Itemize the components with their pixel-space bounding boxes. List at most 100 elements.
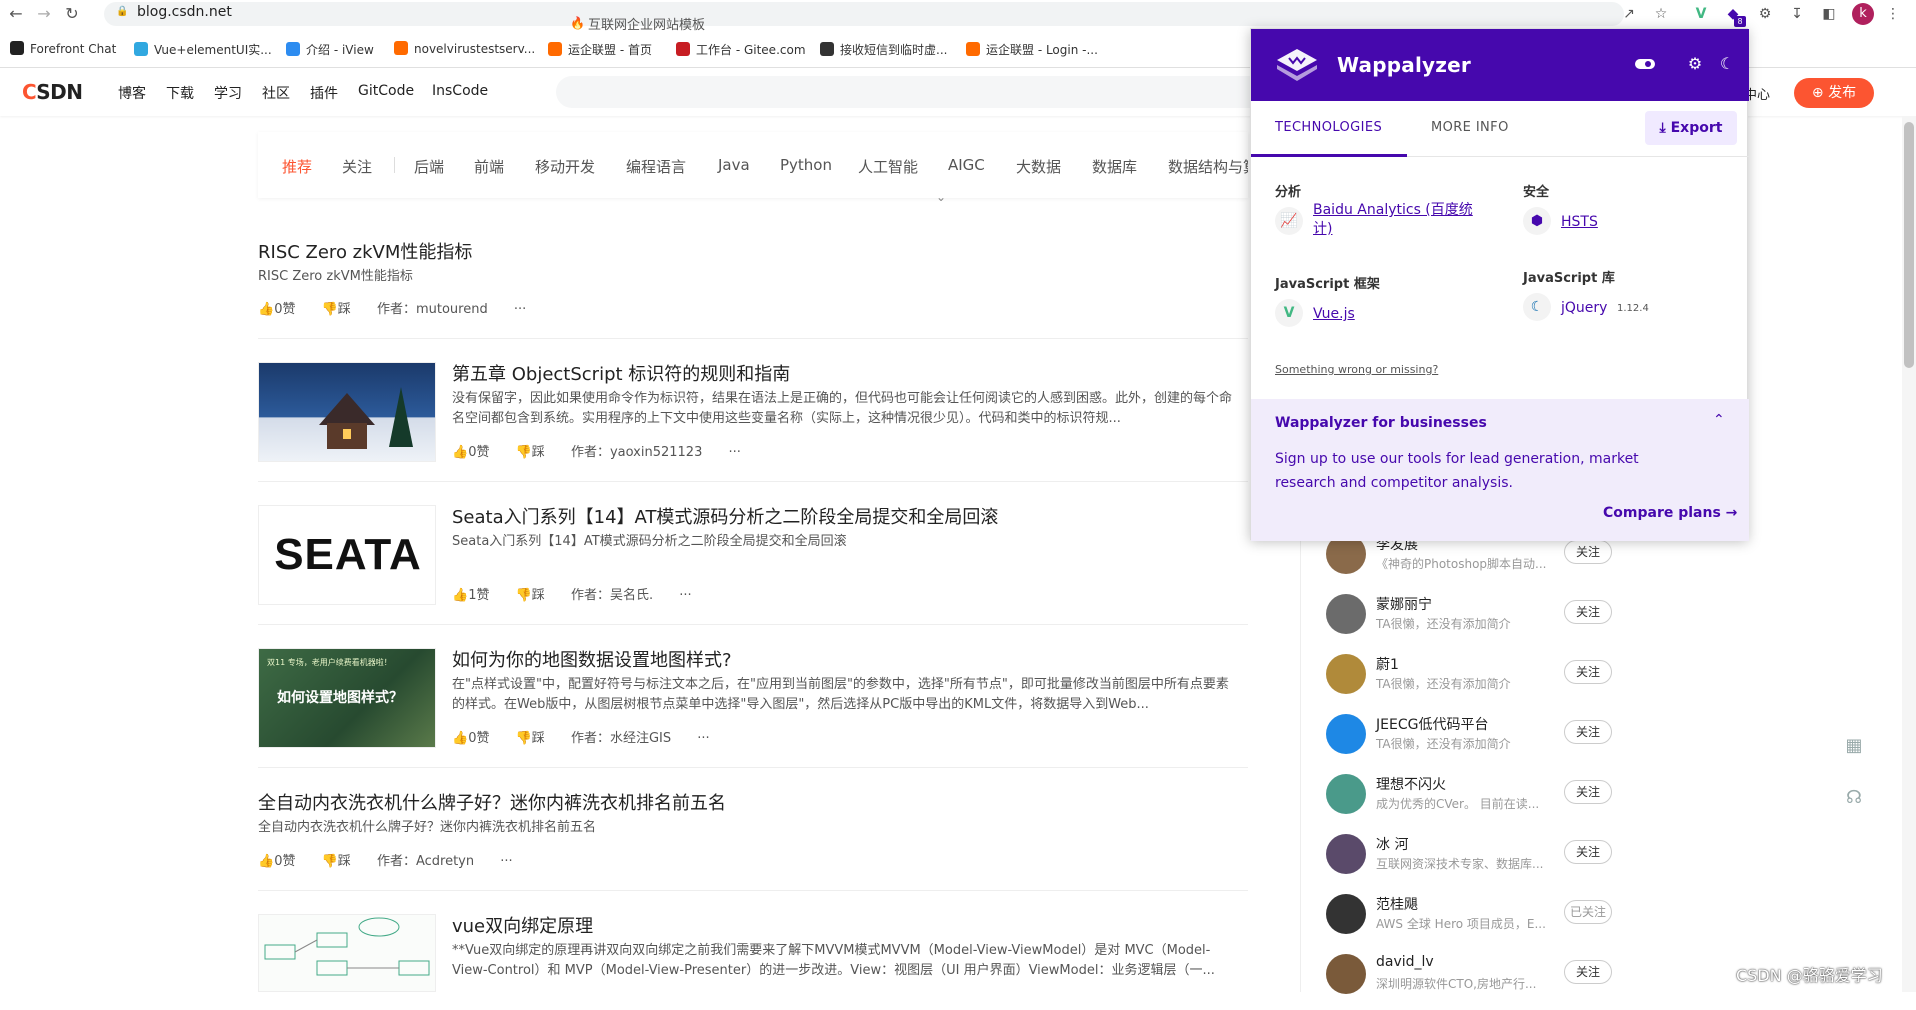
sidepanel-icon[interactable]: ◧ <box>1820 5 1838 23</box>
user-name[interactable]: 范桂飓 <box>1376 894 1418 914</box>
tech-jquery[interactable]: jQuery <box>1561 299 1607 318</box>
back-icon[interactable]: ← <box>6 4 26 24</box>
article-author[interactable]: 作者：Acdretyn <box>377 854 474 869</box>
bookmark-item[interactable]: Vue+elementUI实... <box>134 41 272 58</box>
nav-gitcode[interactable]: GitCode <box>358 83 414 99</box>
user-name[interactable]: JEECG低代码平台 <box>1376 714 1488 734</box>
avatar[interactable] <box>1326 654 1366 694</box>
vue-devtools-icon[interactable]: V <box>1692 5 1710 23</box>
nav-learn[interactable]: 学习 <box>214 83 242 103</box>
like-button[interactable]: 👍0赞 <box>258 854 295 869</box>
more-icon[interactable]: ··· <box>679 588 691 603</box>
article-author[interactable]: 作者：吴名氏. <box>571 588 653 603</box>
article-thumbnail[interactable]: 双11 专场，老用户续费看机器啦！ 如何设置地图样式？ <box>258 648 436 748</box>
follow-button[interactable]: 关注 <box>1564 600 1612 624</box>
article-thumbnail[interactable] <box>258 362 436 462</box>
tab-technologies[interactable]: TECHNOLOGIES <box>1275 120 1382 135</box>
article-author[interactable]: 作者：yaoxin521123 <box>571 445 702 460</box>
article-title[interactable]: 全自动内衣洗衣机什么牌子好？迷你内裤洗衣机排名前五名 <box>258 789 726 815</box>
dislike-button[interactable]: 👎踩 <box>516 588 545 603</box>
article-author[interactable]: 作者：mutourend <box>377 302 488 317</box>
tab-mobile[interactable]: 移动开发 <box>535 156 595 177</box>
qrcode-icon[interactable]: ▦ <box>1840 732 1868 760</box>
dislike-button[interactable]: 👎踩 <box>322 302 351 317</box>
compare-plans-link[interactable]: Compare plans → <box>1603 505 1737 521</box>
tab-bigdata[interactable]: 大数据 <box>1016 156 1061 177</box>
user-name[interactable]: 冰 河 <box>1376 834 1408 854</box>
tab-more-info[interactable]: MORE INFO <box>1431 120 1509 135</box>
bookmark-item[interactable]: 接收短信到临时虚... <box>820 41 947 58</box>
moon-icon[interactable]: ☾ <box>1717 54 1737 74</box>
avatar[interactable] <box>1326 774 1366 814</box>
user-name[interactable]: 理想不闪火 <box>1376 774 1446 794</box>
headset-icon[interactable]: ☊ <box>1840 784 1868 812</box>
following-button[interactable]: 已关注 <box>1564 900 1612 924</box>
like-button[interactable]: 👍0赞 <box>258 302 295 317</box>
extensions-icon[interactable]: ⚙ <box>1756 5 1774 23</box>
bookmark-item[interactable]: Forefront Chat <box>10 41 116 56</box>
tab-database[interactable]: 数据库 <box>1092 156 1137 177</box>
nav-plugin[interactable]: 插件 <box>310 83 338 103</box>
follow-button[interactable]: 关注 <box>1564 780 1612 804</box>
user-name[interactable]: david_lv <box>1376 954 1434 970</box>
nav-download[interactable]: 下载 <box>166 83 194 103</box>
export-button[interactable]: ⤓ Export <box>1645 111 1737 145</box>
article-title[interactable]: vue双向绑定原理 <box>452 912 593 938</box>
bookmark-item[interactable]: 运企联盟 - Login -... <box>966 41 1098 58</box>
publish-button[interactable]: ⊕ 发布 <box>1794 78 1874 108</box>
business-title[interactable]: Wappalyzer for businesses <box>1275 415 1487 431</box>
share-icon[interactable]: ↗ <box>1620 5 1638 23</box>
tab-follow[interactable]: 关注 <box>342 156 372 177</box>
scrollbar-thumb[interactable] <box>1904 122 1914 368</box>
report-link[interactable]: Something wrong or missing? <box>1275 363 1438 376</box>
nav-blog[interactable]: 博客 <box>118 83 146 103</box>
tab-frontend[interactable]: 前端 <box>474 156 504 177</box>
bookmark-item[interactable]: novelvirustestserv... <box>394 41 535 56</box>
follow-button[interactable]: 关注 <box>1564 720 1612 744</box>
more-icon[interactable]: ··· <box>728 445 740 460</box>
nav-community[interactable]: 社区 <box>262 83 290 103</box>
article-thumbnail[interactable] <box>258 914 436 992</box>
avatar[interactable] <box>1326 594 1366 634</box>
download-icon[interactable]: ↧ <box>1788 5 1806 23</box>
follow-button[interactable]: 关注 <box>1564 660 1612 684</box>
tab-recommend[interactable]: 推荐 <box>282 156 312 177</box>
tab-ds[interactable]: 数据结构与算 <box>1168 156 1248 177</box>
follow-button[interactable]: 关注 <box>1564 960 1612 984</box>
dislike-button[interactable]: 👎踩 <box>516 731 545 746</box>
dislike-button[interactable]: 👎踩 <box>516 445 545 460</box>
url-text[interactable]: blog.csdn.net <box>137 4 232 20</box>
toggle-switch[interactable] <box>1635 59 1655 69</box>
chevron-down-icon[interactable]: ⌄ <box>936 190 946 204</box>
tab-lang[interactable]: 编程语言 <box>626 156 686 177</box>
like-button[interactable]: 👍0赞 <box>452 445 489 460</box>
bookmark-star-icon[interactable]: ☆ <box>1652 5 1670 23</box>
menu-icon[interactable]: ⋮ <box>1884 5 1902 23</box>
tab-backend[interactable]: 后端 <box>414 156 444 177</box>
dislike-button[interactable]: 👎踩 <box>322 854 351 869</box>
like-button[interactable]: 👍1赞 <box>452 588 489 603</box>
article-thumbnail[interactable]: SEATA <box>258 505 436 605</box>
reload-icon[interactable]: ↻ <box>62 4 82 24</box>
tab-aigc[interactable]: AIGC <box>948 156 985 174</box>
tech-hsts[interactable]: HSTS <box>1561 213 1598 232</box>
article-title[interactable]: RISC Zero zkVM性能指标 <box>258 238 472 264</box>
avatar[interactable] <box>1326 954 1366 994</box>
avatar[interactable] <box>1326 834 1366 874</box>
avatar[interactable] <box>1326 894 1366 934</box>
article-title[interactable]: 第五章 ObjectScript 标识符的规则和指南 <box>452 360 790 386</box>
tech-baidu-analytics[interactable]: Baidu Analytics (百度统计) <box>1313 201 1473 239</box>
article-title[interactable]: Seata入门系列【14】AT模式源码分析之二阶段全局提交和全局回滚 <box>452 503 998 529</box>
tab-python[interactable]: Python <box>780 156 832 174</box>
like-button[interactable]: 👍0赞 <box>452 731 489 746</box>
profile-avatar[interactable]: k <box>1852 3 1874 25</box>
more-icon[interactable]: ··· <box>500 854 512 869</box>
tech-vuejs[interactable]: Vue.js <box>1313 305 1355 324</box>
bookmark-item[interactable]: 运企联盟 - 首页 <box>548 41 652 58</box>
follow-button[interactable]: 关注 <box>1564 840 1612 864</box>
article-title[interactable]: 如何为你的地图数据设置地图样式? <box>452 646 732 672</box>
avatar[interactable] <box>1326 714 1366 754</box>
more-icon[interactable]: ··· <box>697 731 709 746</box>
tab-ai[interactable]: 人工智能 <box>858 156 918 177</box>
bookmark-item[interactable]: 工作台 - Gitee.com <box>676 41 806 58</box>
